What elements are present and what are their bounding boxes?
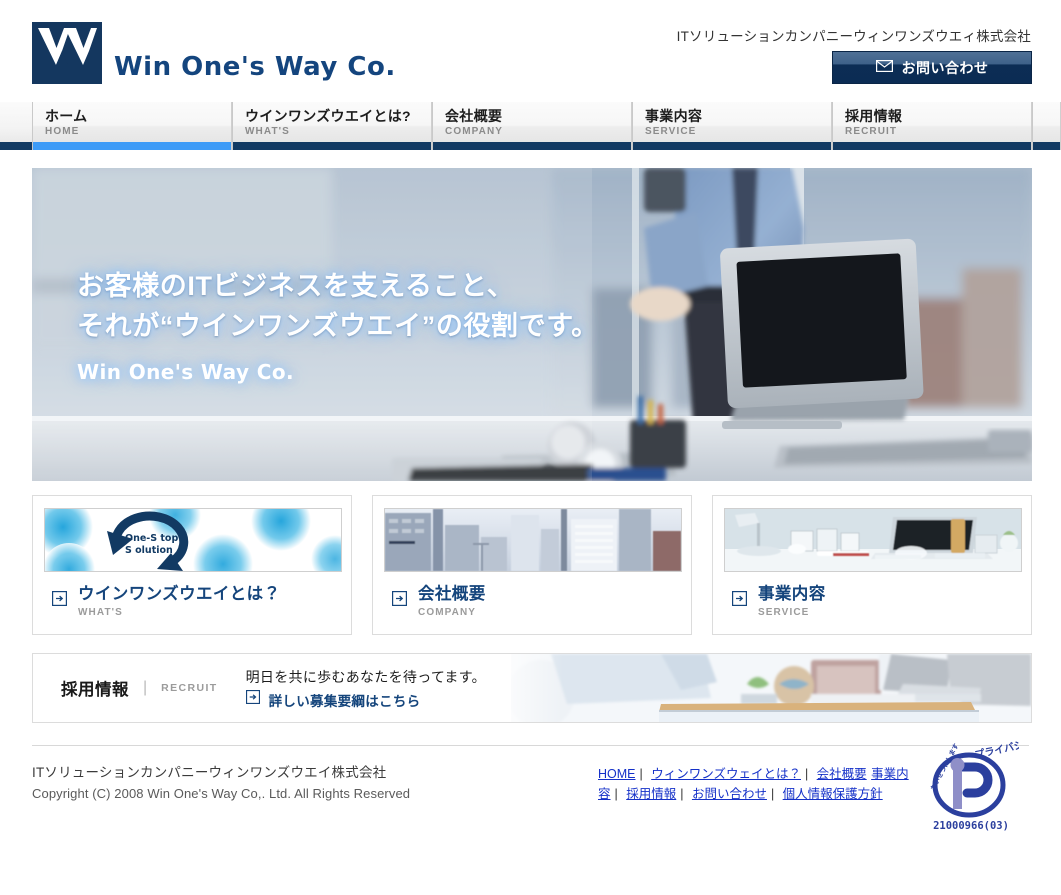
w-logo-mark-icon [32, 22, 102, 84]
card-whats-thumb: One-S top S olution [44, 508, 342, 572]
nav-item-home-ja: ホーム [45, 108, 88, 124]
card-whats-caption: ウインワンズウエイとは？ WHAT'S [44, 584, 340, 620]
nav-item-recruit-ja: 採用情報 [845, 108, 903, 124]
page-root: Win One's Way Co. ITソリューションカンパニーウィンワンズウエ… [0, 0, 1061, 895]
card-service-thumb [724, 508, 1022, 572]
nav-item-service-underline [633, 142, 831, 150]
nav-filler-cell [1032, 102, 1061, 150]
privacy-mark-number: 21000966(03) [933, 820, 1009, 832]
recruit-link-row[interactable]: 詳しい募集要綱はこちら [245, 690, 486, 710]
main-navigation: ホーム HOME ウインワンズウエイとは? WHAT'S 会社概要 COMPAN… [0, 102, 1061, 150]
hero-line-2: それが“ウインワンズウエイ”の役割です。 [77, 311, 599, 341]
card-service[interactable]: 事業内容 SERVICE [712, 495, 1032, 635]
footer-company-name: ITソリューションカンパニーウィンワンズウエイ株式会社 [32, 765, 387, 780]
recruit-photo [511, 654, 1031, 722]
footer-sep: | [804, 767, 809, 781]
card-company-thumb [384, 508, 682, 572]
card-whats-title: ウインワンズウエイとは？ [78, 585, 281, 603]
footer-link-recruit[interactable]: 採用情報 [626, 787, 676, 801]
contact-button[interactable]: お問い合わせ [832, 51, 1032, 84]
footer-link-whats[interactable]: ウィンワンズウェイとは？ [651, 767, 801, 781]
arrow-right-box-icon [52, 591, 68, 611]
arrow-right-box-icon [392, 591, 408, 611]
nav-filler-underline [1033, 142, 1060, 150]
card-service-subtitle: SERVICE [758, 607, 810, 618]
nav-item-service-en: SERVICE [645, 126, 697, 137]
nav-item-whats-en: WHAT'S [245, 126, 290, 137]
nav-item-whats-underline [233, 142, 431, 150]
card-service-caption: 事業内容 SERVICE [724, 584, 1020, 620]
recruit-title-en: RECRUIT [161, 682, 218, 694]
recruit-divider: | [143, 679, 148, 696]
feature-cards: One-S top S olution ウインワンズウエイとは？ WHAT'S [32, 495, 1032, 635]
site-logo[interactable]: Win One's Way Co. [32, 22, 396, 84]
footer-sep: | [770, 787, 775, 801]
nav-item-company-en: COMPANY [445, 126, 504, 137]
recruit-text-block: 明日を共に歩むあなたを待ってます。 詳しい募集要綱はこちら [246, 667, 486, 710]
footer-copyright: Copyright (C) 2008 Win One's Way Co,. Lt… [32, 786, 411, 801]
recruit-left-panel: 採用情報 | RECRUIT 明日を共に歩むあなたを待ってます。 詳しい募集要綱… [33, 654, 563, 722]
svg-text:S olution: S olution [125, 545, 173, 556]
mail-icon [875, 59, 893, 77]
hero-line-1: お客様のITビジネスを支えること、 [77, 271, 515, 301]
svg-text:One-S top: One-S top [125, 533, 178, 544]
nav-item-company[interactable]: 会社概要 COMPANY [432, 102, 632, 150]
card-company-caption: 会社概要 COMPANY [384, 584, 680, 620]
footer-sep: | [614, 787, 618, 801]
nav-item-home[interactable]: ホーム HOME [32, 102, 232, 150]
card-company-title: 会社概要 [418, 585, 486, 603]
nav-item-whats-ja: ウインワンズウエイとは? [245, 108, 411, 124]
recruit-title-ja: 採用情報 [61, 681, 129, 699]
main-content: お客様のITビジネスを支えること、 それが“ウインワンズウエイ”の役割です。 W… [0, 168, 1061, 723]
card-service-title: 事業内容 [758, 585, 826, 603]
nav-item-company-underline [433, 142, 631, 150]
nav-item-service[interactable]: 事業内容 SERVICE [632, 102, 832, 150]
nav-item-recruit-underline [833, 142, 1031, 150]
footer-sep: | [680, 787, 684, 801]
card-whats-subtitle: WHAT'S [78, 607, 123, 618]
footer-link-company[interactable]: 会社概要 [817, 767, 867, 781]
nav-item-company-ja: 会社概要 [445, 108, 503, 124]
contact-button-label: お問い合わせ [901, 59, 989, 76]
card-company[interactable]: 会社概要 COMPANY [372, 495, 692, 635]
hero-banner[interactable]: お客様のITビジネスを支えること、 それが“ウインワンズウエイ”の役割です。 W… [32, 168, 1032, 481]
recruit-banner[interactable]: 採用情報 | RECRUIT 明日を共に歩むあなたを待ってます。 詳しい募集要綱… [32, 653, 1032, 723]
nav-item-whats[interactable]: ウインワンズウエイとは? WHAT'S [232, 102, 432, 150]
card-company-subtitle: COMPANY [418, 607, 477, 618]
nav-item-service-ja: 事業内容 [645, 108, 703, 124]
privacy-mark-icon[interactable]: たいせつにします プライバシー 21000966(03) [923, 736, 1035, 837]
footer-link-privacy-policy[interactable]: 個人情報保護方針 [783, 787, 883, 801]
arrow-right-box-icon [732, 591, 748, 611]
footer-link-home[interactable]: HOME [598, 767, 636, 781]
footer-links: HOME | ウィンワンズウェイとは？ | 会社概要 事業内容 | 採用情報 | お問い… [598, 764, 918, 804]
footer-company-block: ITソリューションカンパニーウィンワンズウエイ株式会社 Copyright (C… [32, 762, 410, 804]
hero-line-3: Win One's Way Co. [77, 360, 294, 384]
recruit-link-label: 詳しい募集要綱はこちら [268, 693, 421, 709]
hero-copy: お客様のITビジネスを支えること、 それが“ウインワンズウエイ”の役割です。 W… [77, 266, 599, 384]
site-header: Win One's Way Co. ITソリューションカンパニーウィンワンズウエ… [0, 0, 1061, 102]
card-whats[interactable]: One-S top S olution ウインワンズウエイとは？ WHAT'S [32, 495, 352, 635]
footer-link-contact[interactable]: お問い合わせ [692, 787, 767, 801]
footer-sep: | [639, 767, 643, 781]
nav-item-recruit-en: RECRUIT [845, 126, 898, 137]
nav-left-cap [0, 102, 32, 150]
logo-wordmark: Win One's Way Co. [114, 52, 396, 82]
nav-item-home-underline [33, 142, 231, 150]
corporate-name: ITソリューションカンパニーウィンワンズウエィ株式会社 [676, 29, 1031, 44]
arrow-right-box-icon [245, 690, 260, 709]
nav-item-home-en: HOME [45, 126, 80, 137]
recruit-tagline: 明日を共に歩むあなたを待ってます。 [245, 668, 486, 685]
nav-item-recruit[interactable]: 採用情報 RECRUIT [832, 102, 1032, 150]
site-footer: ITソリューションカンパニーウィンワンズウエイ株式会社 Copyright (C… [32, 736, 1035, 872]
nav-left-cap-underline [0, 142, 32, 150]
privacy-mark-brand-text: プライバシー [973, 741, 1019, 761]
